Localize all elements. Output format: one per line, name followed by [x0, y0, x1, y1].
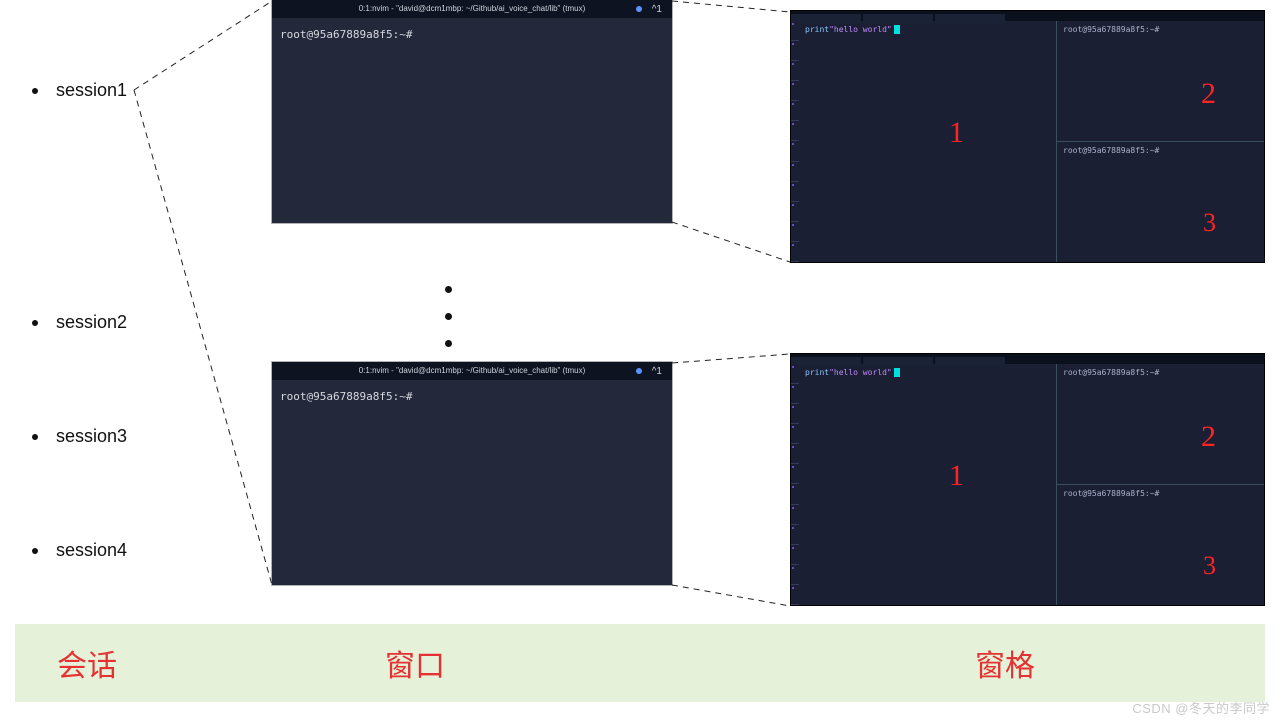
pane-number-3: 3 [1203, 551, 1216, 581]
session-item-3: session3 [32, 426, 127, 447]
pane-3: root@95a67889a8f5:~# 3 [1057, 485, 1264, 605]
pane-number-1: 1 [949, 459, 964, 493]
pane-layout-top: print"hello world" 1 root@95a67889a8f5:~… [790, 10, 1265, 263]
shell-prompt: root@95a67889a8f5:~# [280, 28, 412, 41]
session-label: session1 [56, 80, 127, 101]
pane-2: root@95a67889a8f5:~# 2 [1057, 21, 1264, 142]
terminal-titlebar: 0:1:nvim - "david@dcm1mbp: ~/Github/ai_v… [272, 362, 672, 380]
code-string: "hello world" [829, 368, 892, 377]
pane-2: root@95a67889a8f5:~# 2 [1057, 364, 1264, 485]
title-suffix: ^1 [652, 363, 662, 380]
pane-number-3: 3 [1203, 208, 1216, 238]
terminal-window-top: 0:1:nvim - "david@dcm1mbp: ~/Github/ai_v… [272, 0, 672, 223]
cursor-icon [894, 368, 900, 377]
footer-legend: 会话 窗口 窗格 [15, 624, 1265, 702]
status-dot-icon [636, 6, 642, 12]
pane-layout-bottom: print"hello world" 1 root@95a67889a8f5:~… [790, 353, 1265, 606]
session-label: session3 [56, 426, 127, 447]
shell-prompt: root@95a67889a8f5:~# [280, 390, 412, 403]
bullet-icon [32, 88, 38, 94]
code-keyword: print [805, 25, 829, 34]
terminal-body: root@95a67889a8f5:~# [272, 18, 672, 51]
terminal-window-bottom: 0:1:nvim - "david@dcm1mbp: ~/Github/ai_v… [272, 362, 672, 585]
session-item-4: session4 [32, 540, 127, 561]
legend-window: 窗口 [385, 641, 445, 685]
bullet-icon [32, 320, 38, 326]
session-item-1: session1 [32, 80, 127, 101]
session-label: session2 [56, 312, 127, 333]
shell-prompt: root@95a67889a8f5:~# [1063, 146, 1159, 155]
shell-prompt: root@95a67889a8f5:~# [1063, 25, 1159, 34]
editor-gutter [791, 21, 799, 262]
legend-pane: 窗格 [975, 641, 1035, 685]
session-label: session4 [56, 540, 127, 561]
session-item-2: session2 [32, 312, 127, 333]
bullet-icon [32, 434, 38, 440]
pane-tabbar [791, 354, 1264, 364]
editor-gutter [791, 364, 799, 605]
watermark: CSDN @冬天的李同学 [1132, 698, 1270, 717]
terminal-title-text: 0:1:nvim - "david@dcm1mbp: ~/Github/ai_v… [359, 4, 586, 13]
bullet-icon [32, 548, 38, 554]
pane-number-2: 2 [1201, 77, 1216, 111]
vertical-ellipsis-icon [445, 266, 452, 367]
terminal-body: root@95a67889a8f5:~# [272, 380, 672, 413]
terminal-title-text: 0:1:nvim - "david@dcm1mbp: ~/Github/ai_v… [359, 366, 586, 375]
terminal-titlebar: 0:1:nvim - "david@dcm1mbp: ~/Github/ai_v… [272, 0, 672, 18]
shell-prompt: root@95a67889a8f5:~# [1063, 489, 1159, 498]
pane-tabbar [791, 11, 1264, 21]
pane-number-1: 1 [949, 116, 964, 150]
cursor-icon [894, 25, 900, 34]
shell-prompt: root@95a67889a8f5:~# [1063, 368, 1159, 377]
pane-1: print"hello world" 1 [799, 364, 1057, 605]
pane-1: print"hello world" 1 [799, 21, 1057, 262]
pane-number-2: 2 [1201, 420, 1216, 454]
status-dot-icon [636, 368, 642, 374]
code-keyword: print [805, 368, 829, 377]
pane-3: root@95a67889a8f5:~# 3 [1057, 142, 1264, 262]
legend-session: 会话 [57, 641, 117, 685]
code-string: "hello world" [829, 25, 892, 34]
title-suffix: ^1 [652, 1, 662, 18]
